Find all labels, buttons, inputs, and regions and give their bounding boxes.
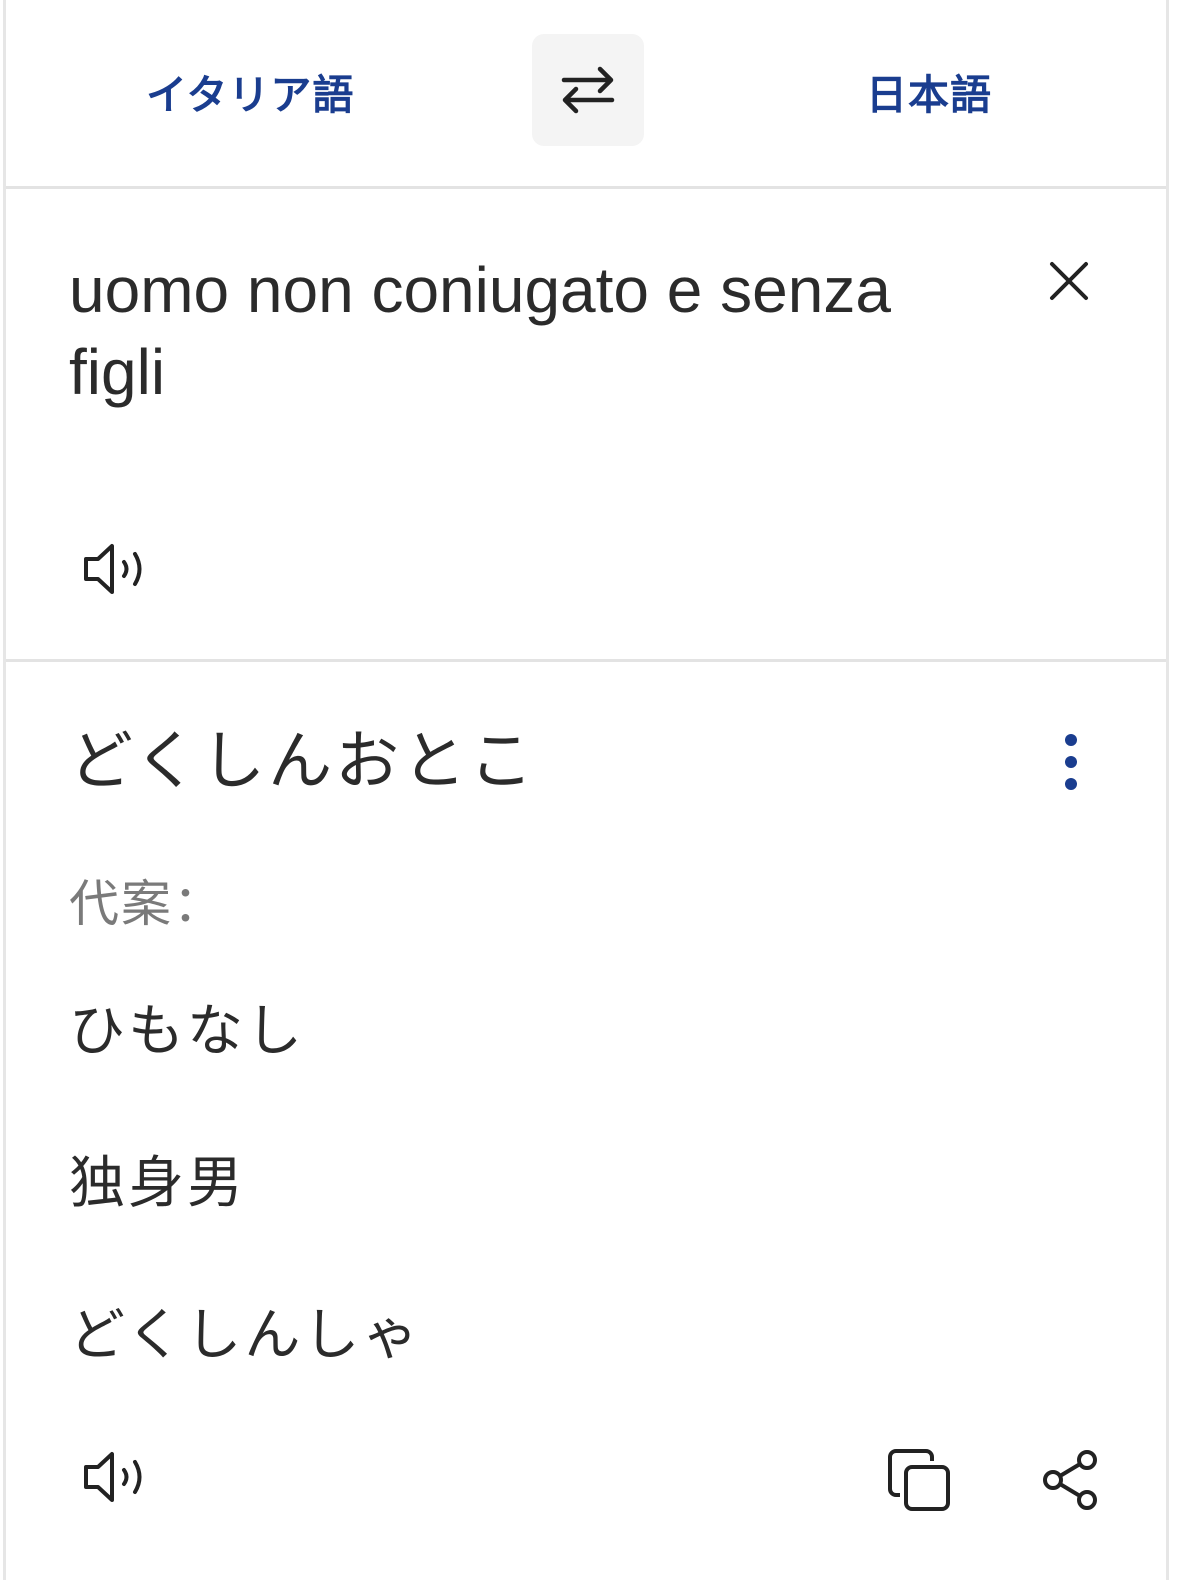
more-options-button[interactable]	[1046, 722, 1096, 802]
share-icon	[1043, 1450, 1097, 1510]
alternatives-list: ひもなし 独身男 どくしんしゃ	[69, 992, 421, 1448]
speaker-icon	[84, 544, 142, 594]
source-text-input[interactable]: uomo non coniugato e senza figli	[69, 249, 949, 413]
copy-icon	[888, 1449, 950, 1511]
speaker-icon	[84, 1452, 142, 1502]
source-language-button[interactable]: イタリア語	[146, 60, 354, 130]
swap-arrows-icon	[561, 66, 615, 114]
alternative-item[interactable]: 独身男	[69, 1144, 421, 1296]
more-vert-icon	[1065, 734, 1077, 790]
alternative-item[interactable]: どくしんしゃ	[69, 1296, 421, 1448]
source-panel: uomo non coniugato e senza figli	[6, 189, 1166, 662]
language-bar: イタリア語 日本語	[6, 0, 1166, 189]
target-language-button[interactable]: 日本語	[866, 60, 992, 130]
translation-text: どくしんおとこ	[69, 725, 537, 799]
source-speak-button[interactable]	[78, 534, 158, 604]
copy-button[interactable]	[879, 1440, 959, 1520]
swap-languages-button[interactable]	[532, 34, 644, 146]
translation-speak-button[interactable]	[78, 1442, 158, 1512]
close-icon	[1050, 262, 1088, 300]
result-panel: どくしんおとこ 代案： ひもなし 独身男 どくしんしゃ	[6, 662, 1166, 1580]
share-button[interactable]	[1031, 1440, 1111, 1520]
translator-frame: イタリア語 日本語 uomo non coniugato e senza fig…	[3, 0, 1169, 1580]
alternatives-label: 代案：	[69, 875, 225, 933]
clear-button[interactable]	[1039, 251, 1099, 311]
alternative-item[interactable]: ひもなし	[69, 992, 421, 1144]
